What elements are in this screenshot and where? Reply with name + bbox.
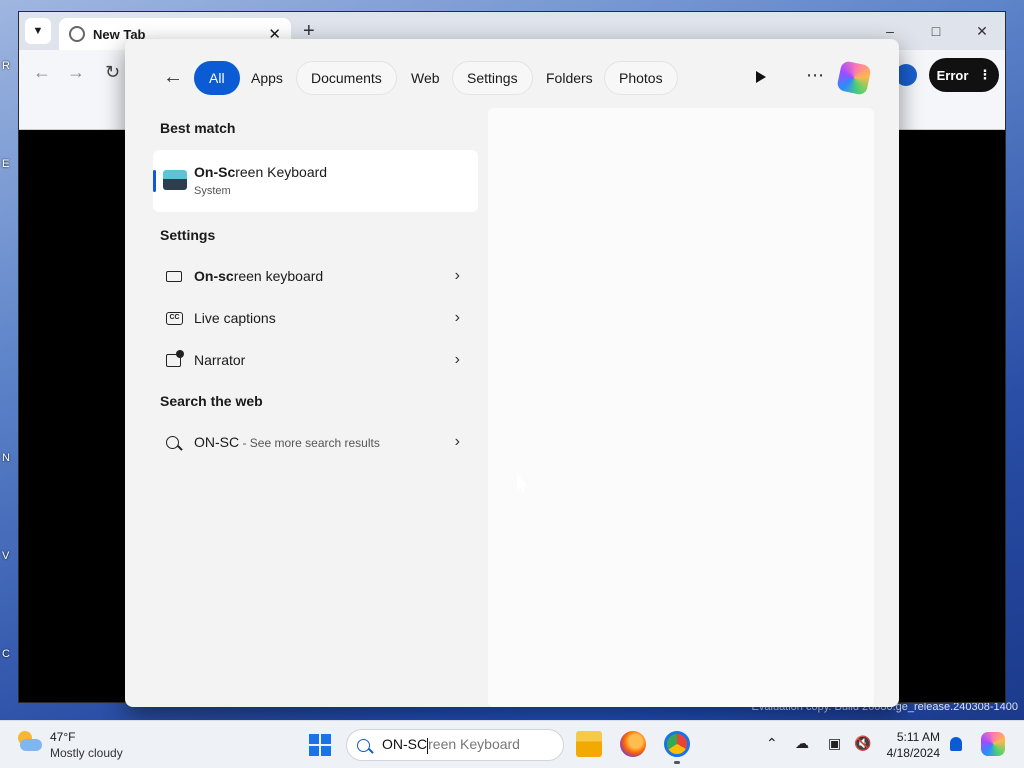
chevron-up-icon[interactable]: ⌃ bbox=[766, 735, 778, 752]
chevron-right-icon: › bbox=[454, 309, 460, 326]
windows-search-panel: ← All Apps Documents Web Settings Folder… bbox=[125, 39, 899, 707]
settings-heading: Settings bbox=[160, 227, 216, 243]
chevron-right-icon: › bbox=[454, 433, 460, 450]
narrator-icon bbox=[166, 349, 184, 367]
selection-accent bbox=[153, 170, 156, 192]
search-icon bbox=[357, 738, 370, 752]
settings-item-label: Live captions bbox=[194, 310, 276, 326]
desktop-icon-peek[interactable]: R bbox=[2, 60, 14, 74]
filter-documents[interactable]: Documents bbox=[296, 61, 397, 95]
best-match-heading: Best match bbox=[160, 120, 236, 136]
cloud-offline-icon[interactable]: ☁ bbox=[795, 735, 809, 752]
search-filters-bar: ← All Apps Documents Web Settings Folder… bbox=[125, 39, 899, 117]
settings-item-on-screen-keyboard[interactable]: On-screen keyboard › bbox=[153, 256, 478, 296]
play-more-filters-icon[interactable] bbox=[756, 71, 766, 83]
more-options-icon[interactable]: ⋯ bbox=[806, 65, 825, 86]
desktop-icon-peek[interactable]: C bbox=[2, 648, 14, 662]
error-button[interactable]: Error ⋮ bbox=[929, 58, 999, 92]
error-label: Error bbox=[936, 67, 969, 83]
on-screen-keyboard-app-icon bbox=[163, 170, 187, 190]
filter-apps[interactable]: Apps bbox=[236, 61, 298, 95]
preview-pane bbox=[488, 108, 874, 707]
chevron-down-icon: ▼ bbox=[32, 25, 44, 37]
taskbar: 47°F Mostly cloudy ON-SCreen Keyboard ⌃ … bbox=[0, 720, 1024, 768]
filter-web[interactable]: Web bbox=[396, 61, 455, 95]
chrome-icon[interactable] bbox=[664, 731, 690, 757]
notification-bell-icon[interactable] bbox=[950, 737, 962, 751]
tab-search-menu-button[interactable]: ▼ bbox=[25, 18, 51, 44]
settings-item-narrator[interactable]: Narrator › bbox=[153, 340, 478, 380]
close-window-icon[interactable]: ✕ bbox=[959, 12, 1005, 50]
firefox-icon[interactable] bbox=[620, 731, 646, 757]
search-typed-text: ON-SCreen Keyboard bbox=[382, 736, 520, 754]
start-windows-icon[interactable] bbox=[309, 734, 331, 756]
desktop-icon-peek[interactable]: V bbox=[2, 550, 14, 564]
globe-icon bbox=[69, 26, 85, 42]
filter-settings[interactable]: Settings bbox=[452, 61, 533, 95]
filter-all[interactable]: All bbox=[194, 61, 240, 95]
copilot-icon[interactable] bbox=[836, 60, 872, 96]
kebab-menu-icon: ⋮ bbox=[978, 67, 992, 82]
volume-muted-icon[interactable]: 🔇 bbox=[854, 735, 871, 752]
best-match-subtitle: System bbox=[194, 185, 231, 197]
clock-time: 5:11 AM bbox=[896, 730, 940, 744]
running-indicator bbox=[674, 761, 680, 764]
settings-item-label: On-screen keyboard bbox=[194, 268, 324, 284]
reload-icon[interactable]: ↻ bbox=[105, 62, 120, 83]
maximize-icon[interactable]: □ bbox=[913, 12, 959, 50]
best-match-title: On-Screen Keyboard bbox=[194, 164, 328, 180]
closed-captions-icon: CC bbox=[166, 311, 183, 325]
desktop-icon-peek[interactable]: N bbox=[2, 452, 14, 466]
display-icon[interactable]: ▣ bbox=[828, 735, 841, 752]
filter-folders[interactable]: Folders bbox=[531, 61, 608, 95]
system-clock[interactable]: 5:11 AM 4/18/2024 bbox=[884, 729, 940, 761]
file-explorer-icon[interactable] bbox=[576, 731, 602, 757]
desktop-icon-peek[interactable]: E bbox=[2, 158, 14, 172]
web-search-result[interactable]: ON-SC - See more search results › bbox=[153, 422, 478, 462]
settings-item-label: Narrator bbox=[194, 352, 246, 368]
clock-date: 4/18/2024 bbox=[886, 746, 940, 760]
taskbar-search-box[interactable]: ON-SCreen Keyboard bbox=[346, 729, 564, 761]
keyboard-icon bbox=[166, 270, 182, 282]
chevron-right-icon: › bbox=[454, 351, 460, 368]
search-icon bbox=[166, 435, 179, 449]
best-match-result[interactable]: On-Screen Keyboard System bbox=[153, 150, 478, 212]
weather-condition[interactable]: Mostly cloudy bbox=[50, 746, 123, 760]
forward-icon[interactable]: → bbox=[67, 62, 85, 83]
partly-cloudy-icon[interactable] bbox=[16, 731, 42, 753]
web-search-label: ON-SC - See more search results bbox=[194, 434, 380, 450]
back-arrow-icon[interactable]: ← bbox=[163, 66, 183, 89]
filter-photos[interactable]: Photos bbox=[604, 61, 678, 95]
weather-temperature[interactable]: 47°F bbox=[50, 730, 75, 744]
search-web-heading: Search the web bbox=[160, 393, 263, 409]
back-icon[interactable]: ← bbox=[33, 62, 51, 83]
chevron-right-icon: › bbox=[454, 267, 460, 284]
copilot-pre-icon[interactable] bbox=[981, 732, 1005, 756]
settings-item-live-captions[interactable]: CC Live captions › bbox=[153, 298, 478, 338]
